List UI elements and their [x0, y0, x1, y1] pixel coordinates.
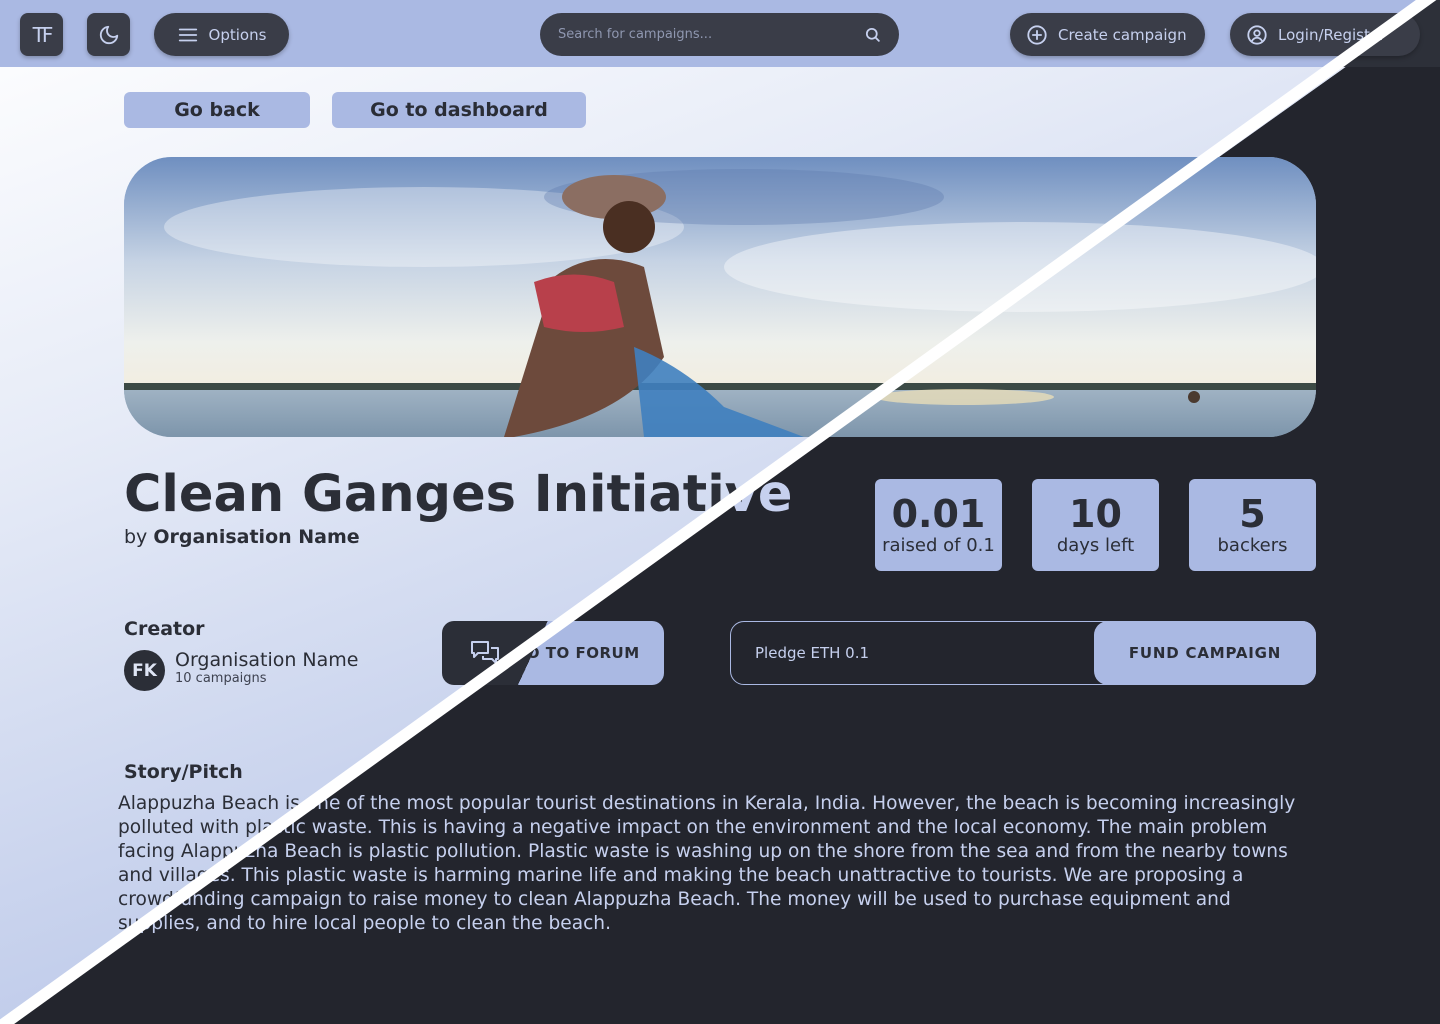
stat-raised-label: raised of 0.1 [882, 535, 995, 556]
creator-name[interactable]: Organisation Name [175, 649, 359, 671]
logo-text: TF [32, 22, 54, 47]
options-button[interactable]: Options [154, 13, 289, 56]
search-bar [540, 13, 899, 56]
menu-icon [178, 28, 197, 41]
avatar[interactable]: FK [124, 650, 165, 691]
story-text: Alappuzha Beach is one of the most popul… [118, 793, 1296, 934]
create-campaign-button[interactable]: Create campaign [1010, 13, 1205, 56]
byline-prefix: by [124, 526, 148, 548]
search-icon[interactable] [864, 26, 881, 43]
go-to-forum-label: GO TO FORUM [514, 644, 640, 662]
create-campaign-label: Create campaign [1058, 25, 1187, 44]
stat-backers-value: 5 [1239, 492, 1266, 536]
chat-bubbles-icon [471, 641, 499, 664]
login-register-label: Login/Register [1278, 25, 1386, 44]
logo-button[interactable]: TF [20, 13, 63, 56]
stat-backers: 5 backers [1189, 479, 1316, 571]
campaign-byline: by Organisation Name [124, 526, 360, 548]
plus-circle-icon [1027, 24, 1047, 45]
theme-toggle-button[interactable] [87, 13, 130, 56]
creator-heading: Creator [124, 618, 205, 640]
go-back-button[interactable]: Go back [124, 92, 310, 128]
story-heading: Story/Pitch [124, 761, 243, 783]
login-register-button[interactable]: Login/Register [1230, 13, 1420, 56]
go-to-forum-button[interactable]: GO TO FORUM [442, 621, 664, 685]
stat-raised-value: 0.01 [891, 492, 986, 536]
pledge-input[interactable] [731, 622, 1094, 684]
user-circle-icon [1247, 24, 1267, 45]
fund-campaign-button[interactable]: FUND CAMPAIGN [1094, 621, 1316, 685]
byline-organisation: Organisation Name [153, 526, 360, 548]
go-to-dashboard-button[interactable]: Go to dashboard [332, 92, 586, 128]
stat-backers-label: backers [1217, 535, 1288, 556]
options-label: Options [208, 25, 267, 44]
stat-days-label: days left [1056, 535, 1135, 556]
moon-icon [99, 25, 118, 44]
creator-campaign-count: 10 campaigns [175, 671, 267, 686]
hero-photo-illustration [124, 157, 1316, 437]
campaign-title: Clean Ganges Initiative [124, 465, 793, 524]
search-input[interactable] [558, 27, 864, 42]
stat-days-value: 10 [1069, 492, 1122, 536]
stat-raised: 0.01 raised of 0.1 [875, 479, 1002, 571]
campaign-hero-image [124, 157, 1316, 437]
pledge-form: FUND CAMPAIGN [730, 621, 1316, 685]
stat-days-left: 10 days left [1032, 479, 1159, 571]
